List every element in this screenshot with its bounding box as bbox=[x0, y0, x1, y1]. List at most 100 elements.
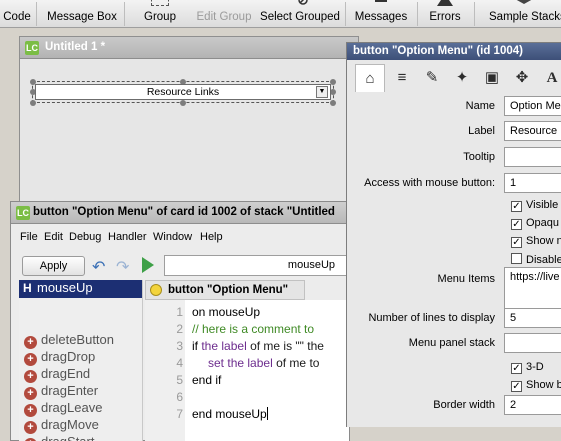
stack-card[interactable]: Resource Links ▼ bbox=[20, 59, 358, 210]
move-icon[interactable]: ✥ bbox=[507, 64, 537, 92]
show-border-checkbox[interactable]: ✓ Show b bbox=[511, 379, 561, 392]
three-d-checkbox[interactable]: ✓ 3-D bbox=[511, 361, 544, 374]
handler-list-item[interactable]: + dragEnd bbox=[24, 366, 90, 383]
stack-window-title: Untitled 1 * bbox=[45, 41, 106, 53]
code-line: // here is a comment to bbox=[192, 322, 315, 336]
line-number: 2 bbox=[176, 322, 183, 336]
pencil-icon[interactable]: ✎ bbox=[417, 64, 447, 92]
sample-stacks-button[interactable]: Sample Stacks bbox=[485, 0, 561, 28]
toolbar-divider bbox=[124, 2, 125, 26]
line-number: 3 bbox=[176, 339, 183, 353]
add-handler-icon: + bbox=[24, 421, 37, 434]
magic-wand-icon[interactable]: ✦ bbox=[447, 64, 477, 92]
lines-field[interactable]: 5 bbox=[504, 308, 561, 328]
menu-handler[interactable]: Handler bbox=[108, 231, 147, 243]
menu-edit[interactable]: Edit bbox=[44, 231, 63, 243]
access-field[interactable]: 1 bbox=[504, 173, 561, 193]
code-line: on mouseUp bbox=[192, 305, 261, 319]
border-width-field[interactable]: 2 bbox=[504, 395, 561, 415]
resize-handle[interactable] bbox=[330, 100, 336, 106]
checkmark-icon: ✓ bbox=[511, 201, 522, 212]
inspector-title: button "Option Menu" (id 1004) bbox=[353, 45, 523, 57]
line-number: 5 bbox=[176, 373, 183, 387]
script-tab[interactable]: button "Option Menu" bbox=[145, 280, 305, 300]
errors-button[interactable]: Errors bbox=[423, 0, 467, 28]
menu-help[interactable]: Help bbox=[200, 231, 223, 243]
code-button[interactable]: Code bbox=[0, 0, 34, 28]
resize-handle[interactable] bbox=[180, 100, 186, 106]
script-editor-title: button "Option Menu" of card id 1002 of … bbox=[33, 206, 335, 218]
checkmark-icon: ✓ bbox=[511, 363, 522, 374]
add-handler-icon: + bbox=[24, 353, 37, 366]
edit-group-button[interactable]: Edit Group bbox=[194, 0, 254, 28]
group-icon bbox=[151, 0, 169, 6]
name-field[interactable]: Option Me bbox=[504, 96, 561, 116]
menu-window[interactable]: Window bbox=[153, 231, 192, 243]
message-box-button[interactable]: Message Box bbox=[44, 0, 120, 28]
script-editor-menubar: File Edit Debug Handler Window Help bbox=[11, 228, 349, 246]
inspector-titlebar[interactable]: button "Option Menu" (id 1004) bbox=[347, 43, 561, 60]
panel-stack-field[interactable] bbox=[504, 333, 561, 353]
label-field[interactable]: Resource L bbox=[504, 121, 561, 141]
livecode-logo-icon: LC bbox=[16, 206, 30, 220]
option-menu-button[interactable]: Resource Links ▼ bbox=[35, 84, 331, 100]
messages-icon bbox=[372, 0, 390, 6]
resize-handle[interactable] bbox=[30, 100, 36, 106]
code-icon bbox=[8, 0, 26, 6]
code-line: if the label of me is "" the bbox=[192, 339, 324, 353]
add-handler-icon: + bbox=[24, 404, 37, 417]
undo-icon[interactable]: ↶ bbox=[92, 257, 105, 277]
menu-debug[interactable]: Debug bbox=[69, 231, 101, 243]
errors-icon bbox=[436, 0, 454, 6]
image-icon[interactable]: ▣ bbox=[477, 64, 507, 92]
database-icon[interactable]: ≡ bbox=[387, 64, 417, 92]
checkmark-icon: ✓ bbox=[511, 237, 522, 248]
handler-list-item[interactable]: + dragMove bbox=[24, 417, 99, 434]
toolbar-divider bbox=[36, 2, 37, 26]
handler-list[interactable]: H mouseUp + deleteButton + dragDrop + dragE… bbox=[19, 280, 143, 441]
text-icon[interactable]: A bbox=[537, 64, 561, 92]
messages-button[interactable]: Messages bbox=[352, 0, 410, 28]
group-button[interactable]: Group bbox=[138, 0, 182, 28]
home-icon[interactable]: ⌂ bbox=[355, 64, 385, 92]
show-name-checkbox[interactable]: ✓ Show n bbox=[511, 235, 561, 248]
menu-items-label: Menu Items bbox=[437, 273, 495, 285]
visible-checkbox[interactable]: ✓ Visible bbox=[511, 199, 558, 212]
access-label: Access with mouse button: bbox=[364, 177, 495, 189]
main-toolbar: Code Message Box Group Edit Group Select… bbox=[0, 0, 561, 28]
checkmark-icon: ✓ bbox=[511, 381, 522, 392]
panel-stack-label: Menu panel stack bbox=[408, 337, 495, 349]
handler-list-item[interactable]: + dragDrop bbox=[24, 349, 95, 366]
disabled-checkbox[interactable]: Disable bbox=[511, 253, 561, 266]
menu-file[interactable]: File bbox=[20, 231, 38, 243]
handler-list-item[interactable]: + deleteButton bbox=[24, 332, 114, 349]
line-number: 6 bbox=[176, 390, 183, 404]
select-grouped-button[interactable]: Select Grouped bbox=[260, 0, 340, 28]
tooltip-field[interactable] bbox=[504, 147, 561, 167]
redo-icon[interactable]: ↷ bbox=[116, 257, 129, 277]
code-line: end mouseUp bbox=[192, 407, 268, 421]
handler-list-item[interactable]: + dragEnter bbox=[24, 383, 98, 400]
object-status-icon bbox=[150, 284, 162, 296]
run-icon[interactable] bbox=[142, 257, 154, 273]
handler-list-item[interactable]: +dragStart bbox=[24, 434, 94, 441]
apply-button[interactable]: Apply bbox=[22, 256, 85, 276]
line-number: 4 bbox=[176, 356, 183, 370]
tooltip-label: Tooltip bbox=[463, 151, 495, 163]
chevron-down-icon: ▼ bbox=[316, 86, 328, 98]
text-cursor bbox=[266, 407, 268, 420]
selected-handler[interactable]: H mouseUp bbox=[19, 280, 142, 298]
stack-window: LC Untitled 1 * Resource Links ▼ bbox=[19, 36, 359, 211]
stack-window-titlebar[interactable]: LC Untitled 1 * bbox=[20, 37, 358, 59]
handler-field[interactable]: mouseUp bbox=[164, 255, 350, 276]
opaque-checkbox[interactable]: ✓ Opaqu bbox=[511, 217, 559, 230]
sample-stacks-icon bbox=[515, 0, 533, 6]
script-editor-titlebar[interactable]: LC button "Option Menu" of card id 1002 … bbox=[11, 202, 349, 224]
name-label: Name bbox=[465, 100, 495, 112]
line-number: 7 bbox=[176, 407, 183, 421]
handler-list-item[interactable]: + dragLeave bbox=[24, 400, 102, 417]
add-handler-icon: + bbox=[24, 370, 37, 383]
toolbar-divider bbox=[417, 2, 418, 26]
select-grouped-icon bbox=[291, 0, 309, 6]
toolbar-divider bbox=[345, 2, 346, 26]
